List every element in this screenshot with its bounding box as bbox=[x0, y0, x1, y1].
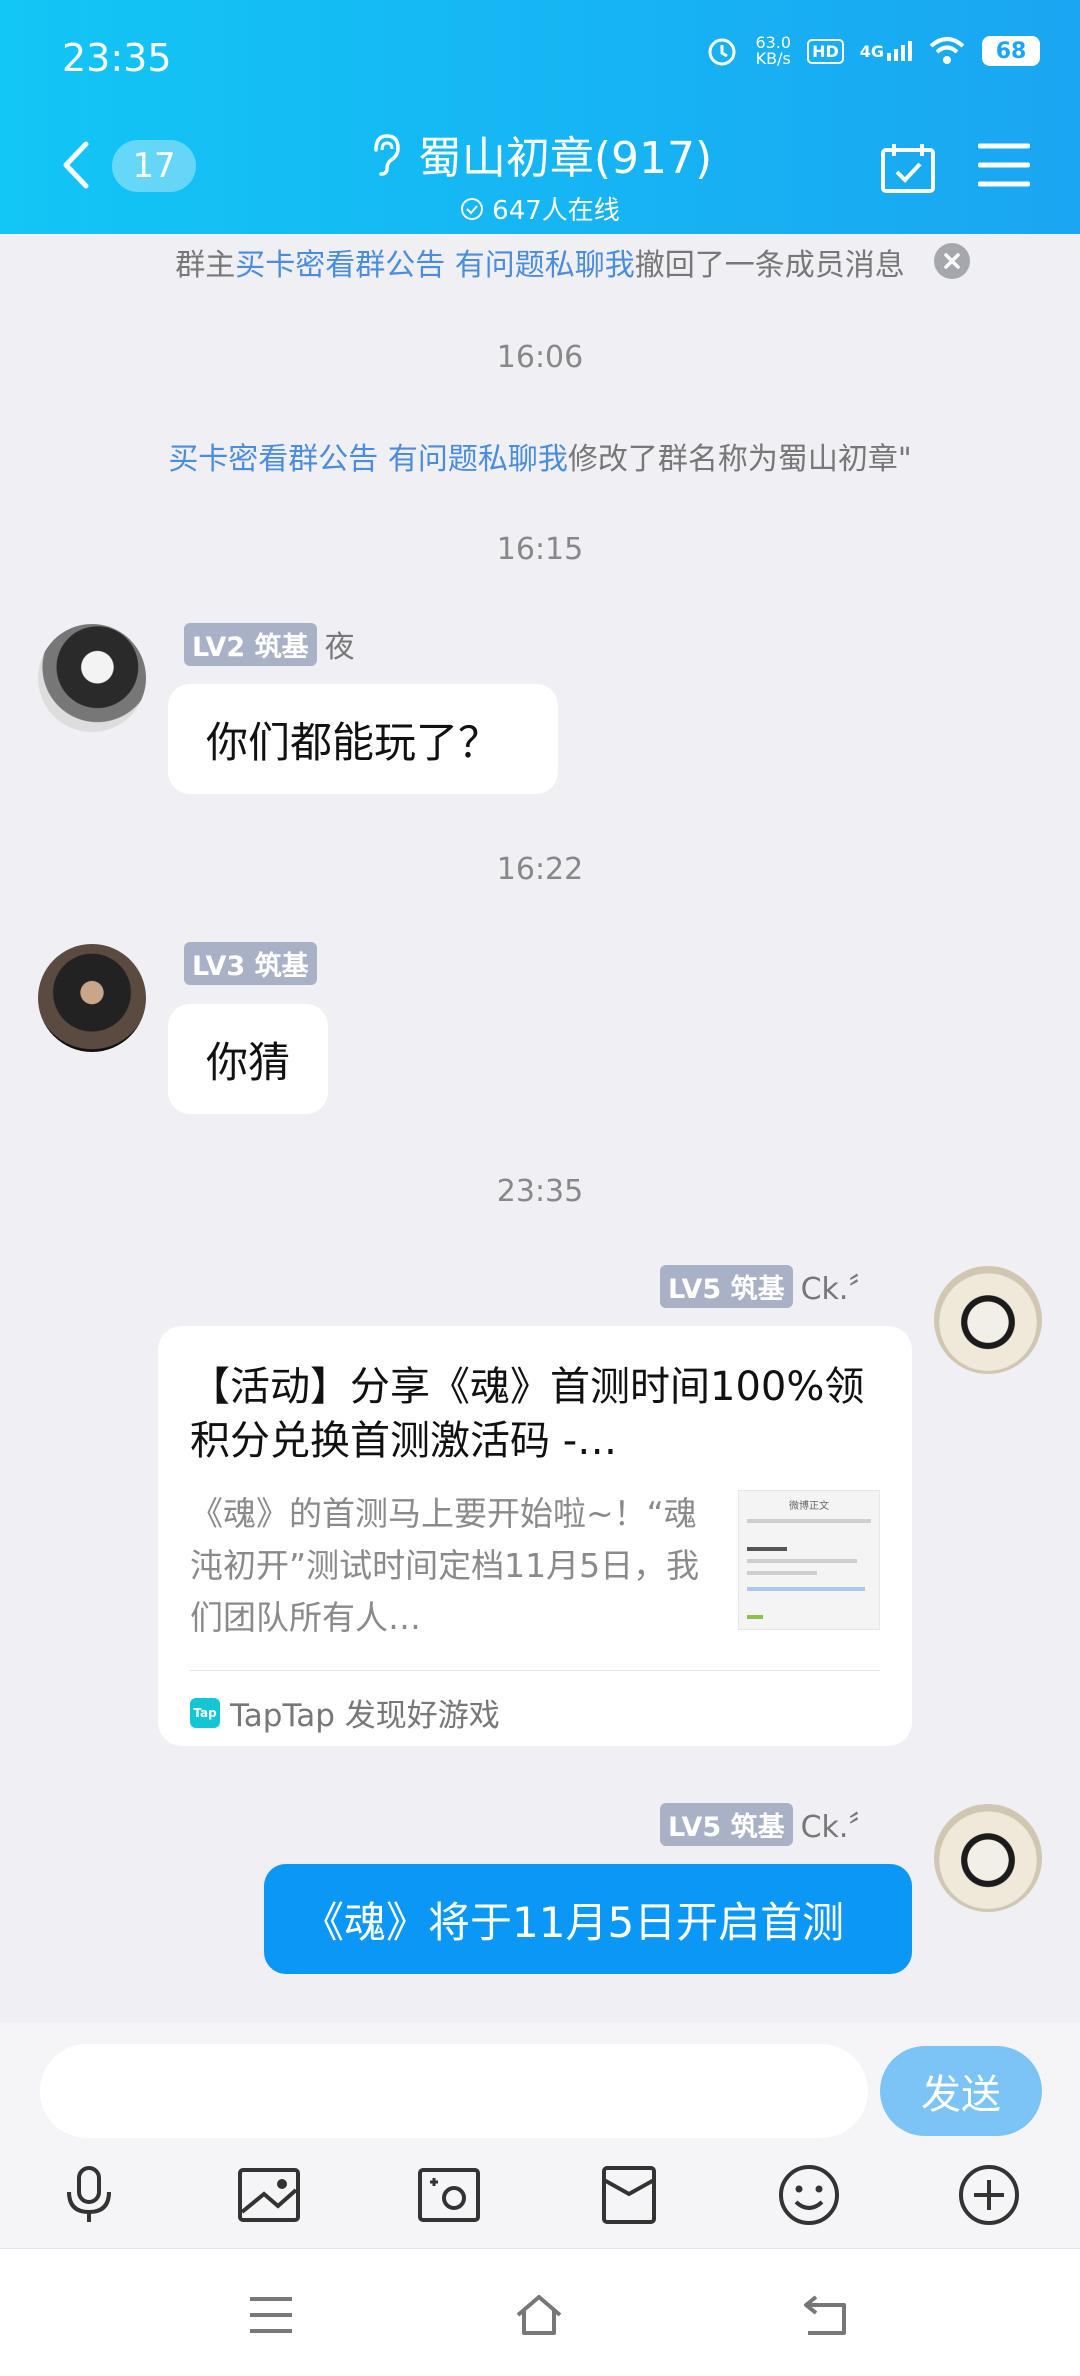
online-count: 647人在线 bbox=[460, 190, 620, 227]
group-title: 蜀山初章(917) bbox=[417, 133, 713, 184]
chat-header: 23:35 63.0 KB/s HD 4G 68 17 蜀山初章(917) 647… bbox=[0, 0, 1080, 234]
renamer-link[interactable]: 买卡密看群公告 有问题私聊我 bbox=[168, 442, 568, 477]
avatar[interactable] bbox=[38, 624, 146, 732]
level-badge: LV5 筑基 bbox=[660, 1802, 793, 1846]
sender-info: LV5 筑基 Ck.〞 bbox=[660, 1802, 878, 1846]
check-circle-icon bbox=[461, 197, 484, 220]
sender-name[interactable]: Ck.〞 bbox=[801, 1264, 879, 1308]
close-notice-button[interactable] bbox=[934, 243, 970, 279]
menu-button[interactable] bbox=[978, 142, 1030, 188]
image-icon[interactable] bbox=[236, 2162, 302, 2228]
time-separator: 16:06 bbox=[496, 340, 584, 375]
status-icons: 63.0 KB/s HD 4G 68 bbox=[705, 34, 1040, 68]
message-bubble[interactable]: 你们都能玩了？ bbox=[168, 684, 558, 794]
avatar[interactable] bbox=[934, 1804, 1042, 1912]
plus-icon[interactable] bbox=[956, 2162, 1022, 2228]
net-speed: 63.0 KB/s bbox=[755, 33, 792, 68]
group-owner-link[interactable]: 买卡密看群公告 有问题私聊我 bbox=[235, 248, 635, 283]
time-separator: 23:35 bbox=[496, 1174, 584, 1209]
red-packet-icon[interactable] bbox=[596, 2162, 662, 2228]
card-source: Tap TapTap 发现好游戏 bbox=[190, 1690, 500, 1735]
card-thumbnail: 微博正文 bbox=[738, 1490, 880, 1630]
input-area: 发送 bbox=[0, 2022, 1080, 2248]
recall-notice: 群主买卡密看群公告 有问题私聊我撤回了一条成员消息 bbox=[175, 248, 905, 283]
emoji-icon[interactable] bbox=[776, 2162, 842, 2228]
message-bubble[interactable]: 你猜 bbox=[168, 1004, 328, 1114]
level-badge: LV3 筑基 bbox=[184, 942, 317, 985]
calendar-check-button[interactable] bbox=[880, 142, 936, 194]
time-separator: 16:22 bbox=[496, 852, 584, 887]
signal-icon: 4G bbox=[860, 41, 912, 61]
rename-notice: 买卡密看群公告 有问题私聊我修改了群名称为蜀山初章" bbox=[168, 442, 912, 477]
sender-name[interactable]: 夜 bbox=[325, 622, 355, 666]
avatar[interactable] bbox=[934, 1266, 1042, 1374]
alarm-icon bbox=[708, 38, 736, 66]
card-divider bbox=[190, 1670, 880, 1671]
microphone-icon[interactable] bbox=[56, 2162, 122, 2228]
battery-icon: 68 bbox=[982, 36, 1040, 66]
avatar[interactable] bbox=[38, 944, 146, 1052]
card-title: 【活动】分享《魂》首测时间100%领积分兑换首测激活码 -… bbox=[190, 1364, 865, 1464]
sender-info: LV3 筑基 bbox=[184, 942, 317, 985]
sender-name[interactable]: Ck.〞 bbox=[801, 1802, 879, 1846]
taptap-icon: Tap bbox=[190, 1697, 220, 1728]
wifi-icon bbox=[929, 37, 965, 64]
ear-icon bbox=[374, 134, 400, 176]
send-button[interactable]: 发送 bbox=[880, 2046, 1042, 2136]
card-description: 《魂》的首测马上要开始啦~！“魂沌初开”测试时间定档11月5日，我们团队所有人… bbox=[190, 1494, 700, 1637]
back-nav-button[interactable] bbox=[800, 2293, 850, 2337]
sender-info: LV5 筑基 Ck.〞 bbox=[660, 1264, 878, 1308]
level-badge: LV5 筑基 bbox=[660, 1264, 793, 1308]
home-button[interactable] bbox=[514, 2293, 564, 2337]
camera-icon[interactable] bbox=[416, 2162, 482, 2228]
recent-apps-button[interactable] bbox=[246, 2293, 296, 2337]
sender-info: LV2 筑基 夜 bbox=[184, 622, 355, 666]
system-nav-bar bbox=[0, 2248, 1080, 2376]
message-bubble[interactable]: 《魂》将于11月5日开启首测 bbox=[264, 1864, 912, 1974]
close-icon bbox=[944, 253, 960, 269]
time-separator: 16:15 bbox=[496, 532, 584, 567]
level-badge: LV2 筑基 bbox=[184, 622, 317, 666]
message-input[interactable] bbox=[40, 2044, 868, 2138]
status-time: 23:35 bbox=[62, 36, 172, 80]
link-card[interactable]: 【活动】分享《魂》首测时间100%领积分兑换首测激活码 -… 《魂》的首测马上要… bbox=[158, 1326, 912, 1746]
hd-badge: HD bbox=[807, 38, 844, 64]
